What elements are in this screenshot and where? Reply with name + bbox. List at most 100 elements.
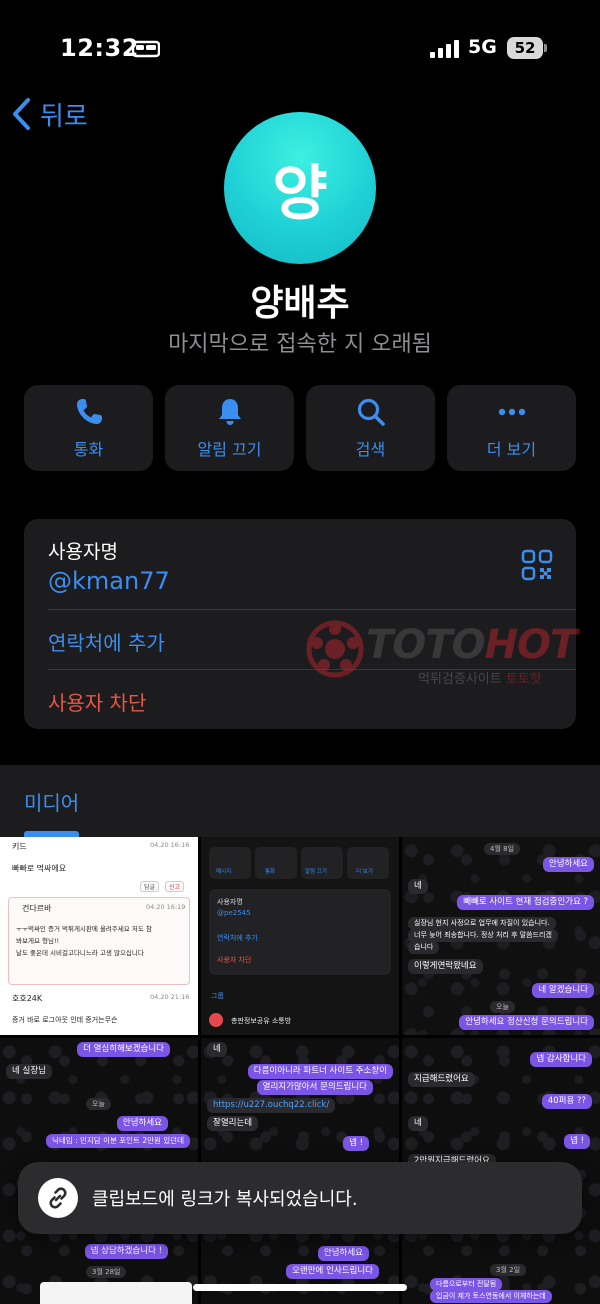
- thumb-reply-name: 건다르바: [22, 904, 52, 913]
- more-button[interactable]: 더 보기: [447, 385, 576, 471]
- thumb-header-name: 키드: [12, 842, 27, 851]
- chat-bubble: 안녕하세요: [542, 857, 594, 873]
- mini-add-contact: 연락처에 추가: [217, 934, 258, 942]
- username-value[interactable]: @kman77: [48, 567, 170, 595]
- mini-action-label: 더 보기: [356, 869, 373, 875]
- mini-action: [255, 847, 297, 879]
- signal-icon: [430, 40, 459, 58]
- search-button[interactable]: 검색: [306, 385, 435, 471]
- chat-bubble: 네: [408, 1116, 428, 1132]
- chat-bubble: 잘열리는데: [207, 1116, 259, 1132]
- add-to-contacts-button[interactable]: 연락처에 추가: [48, 627, 165, 656]
- more-label: 더 보기: [486, 440, 537, 459]
- media-thumbnail[interactable]: 4월 8일 안녕하세요 네 빼빼로 사이트 현재 점검중인가요 ? 실장님 현지…: [402, 837, 600, 1035]
- chat-bubble: 빼빼로 사이트 현재 점검중인가요 ?: [457, 895, 594, 911]
- call-button[interactable]: 통화: [24, 385, 153, 471]
- chevron-left-icon: [13, 98, 30, 130]
- back-label: 뒤로: [40, 101, 88, 132]
- mute-button[interactable]: 알림 끄기: [165, 385, 294, 471]
- toast-message: 클립보드에 링크가 복사되었습니다.: [92, 1189, 358, 1210]
- chat-bubble: 넵 감사합니다: [530, 1052, 592, 1068]
- thumb-pill-report: 신고: [165, 881, 185, 892]
- qr-code-icon[interactable]: [521, 549, 553, 581]
- chat-bubble: 오랜만에 인사드립니다: [286, 1264, 379, 1280]
- sleep-focus-icon: [132, 40, 160, 58]
- mini-action-label: 메시지: [216, 869, 232, 875]
- chat-bubble: 안녕하세요: [116, 1116, 168, 1132]
- chat-bubble: 넵 !: [564, 1134, 590, 1150]
- mini-group-avatar: [209, 1013, 223, 1027]
- chat-bubble: 안녕하세요: [317, 1246, 369, 1262]
- chat-bubble: 네: [207, 1042, 227, 1058]
- mini-action-label: 알림 끄기: [305, 869, 327, 875]
- thumb-reply-line: 봐보게요 형님!!: [16, 937, 60, 945]
- media-thumbnail[interactable]: 메시지 통화 알림 끄기 더 보기 사용자명 @pe2545 연락처에 추가 사…: [201, 837, 399, 1035]
- chat-bubble: 네 실장님: [6, 1064, 52, 1080]
- chat-bubble: 이렇게연락왔네요: [408, 959, 483, 975]
- media-tab-bar: 미디어: [0, 765, 600, 837]
- chat-link: https://u227.ouchq22.click/: [207, 1098, 336, 1114]
- date-pill: 오늘: [490, 1001, 515, 1013]
- status-time: 12:32: [60, 34, 139, 62]
- mini-username-label: 사용자명: [217, 898, 243, 906]
- avatar[interactable]: 양: [224, 112, 376, 264]
- battery-level: 52: [507, 37, 543, 59]
- date-pill: 4월 8일: [484, 843, 521, 855]
- mute-label: 알림 끄기: [197, 440, 262, 459]
- date-pill: 3월 28일: [86, 1266, 127, 1278]
- mini-action-label: 통화: [265, 869, 276, 875]
- divider: [48, 609, 576, 610]
- chat-bubble: 40퍼용 ??: [541, 1094, 592, 1110]
- tab-media[interactable]: 미디어: [24, 787, 79, 816]
- username-label: 사용자명: [48, 541, 118, 563]
- mini-group-tab: 그룹: [211, 992, 224, 1000]
- back-button[interactable]: 뒤로: [10, 94, 88, 134]
- chat-bubble: 넵 !: [343, 1136, 369, 1152]
- bell-icon: [218, 399, 241, 425]
- link-icon: [38, 1178, 78, 1218]
- thumb-reply-line: 날도 좋은데 시비걸고다니느라 고생 많으십니다: [16, 949, 144, 957]
- status-bar: 12:32 5G 52: [0, 0, 600, 96]
- thumb-footer-name: 호호24K: [12, 994, 43, 1003]
- clipboard-toast: 클립보드에 링크가 복사되었습니다.: [18, 1162, 582, 1234]
- call-label: 통화: [73, 440, 104, 459]
- search-label: 검색: [355, 440, 386, 459]
- chat-bubble: 네 알겠습니다: [532, 983, 594, 999]
- chat-bubble: 넵 상담하겠습니다 !: [84, 1244, 168, 1260]
- date-pill: 오늘: [86, 1098, 111, 1110]
- thumb-header-time: 04.20 16:16: [150, 841, 190, 849]
- chat-bubble: 열리지가않아서 문의드립니다: [256, 1080, 373, 1096]
- chat-bubble: 닉네임 : 민지담 이분 포인트 2만원 있던데: [45, 1134, 190, 1149]
- thumb-reply-line: ㅜㅜ먹싸인 증거 먹튀게시판에 올려주세요 저도 참: [16, 925, 152, 933]
- last-seen-status: 마지막으로 접속한 지 오래됨: [168, 332, 432, 357]
- block-user-button[interactable]: 사용자 차단: [48, 687, 146, 716]
- thumb-pill-reply: 답글: [140, 881, 160, 892]
- chat-bubble: 네: [408, 879, 428, 895]
- chat-bubble: 지급해드렸어요: [408, 1072, 475, 1088]
- chat-image: [40, 1282, 192, 1304]
- profile-name: 양배추: [250, 283, 350, 324]
- watermark-subtitle: 먹튀검증사이트 토토핫: [418, 672, 542, 687]
- mini-group-name: 총판정보공유 소통방: [231, 1017, 292, 1025]
- chat-bubble: 습니다: [408, 941, 440, 955]
- battery-icon: 52: [507, 37, 547, 59]
- action-bar: 통화 알림 끄기 검색 더 보기: [24, 385, 576, 471]
- chat-bubble: 다름이아니라 파트너 사이트 주소창이: [247, 1064, 393, 1080]
- network-type: 5G: [468, 36, 497, 58]
- media-thumbnail[interactable]: 키드 04.20 16:16 빠빠로 먹싸에요 답글 신고 건다르바 04.20…: [0, 837, 198, 1035]
- home-indicator[interactable]: [193, 1284, 407, 1291]
- date-pill: 3월 2일: [490, 1264, 527, 1276]
- watermark-title: TOTOHOT: [366, 622, 577, 668]
- more-icon: [498, 408, 525, 416]
- chat-bubble: 입금이 제가 토스연동에서 이체하는데: [430, 1290, 552, 1304]
- thumb-message: 빠빠로 먹싸에요: [12, 864, 67, 873]
- thumb-reply-time: 04.20 16:19: [146, 903, 186, 911]
- mini-username: @pe2545: [217, 909, 251, 917]
- watermark-logo-icon: [306, 620, 364, 678]
- search-icon: [357, 398, 385, 426]
- mini-block: 사용자 차단: [217, 956, 252, 964]
- watermark: TOTOHOT 먹튀검증사이트 토토핫: [306, 620, 596, 690]
- chat-bubble: 안녕하세요 정산신청 문의드립니다: [459, 1015, 594, 1031]
- thumb-footer-time: 04.20 21:16: [150, 993, 190, 1001]
- phone-icon: [76, 399, 102, 424]
